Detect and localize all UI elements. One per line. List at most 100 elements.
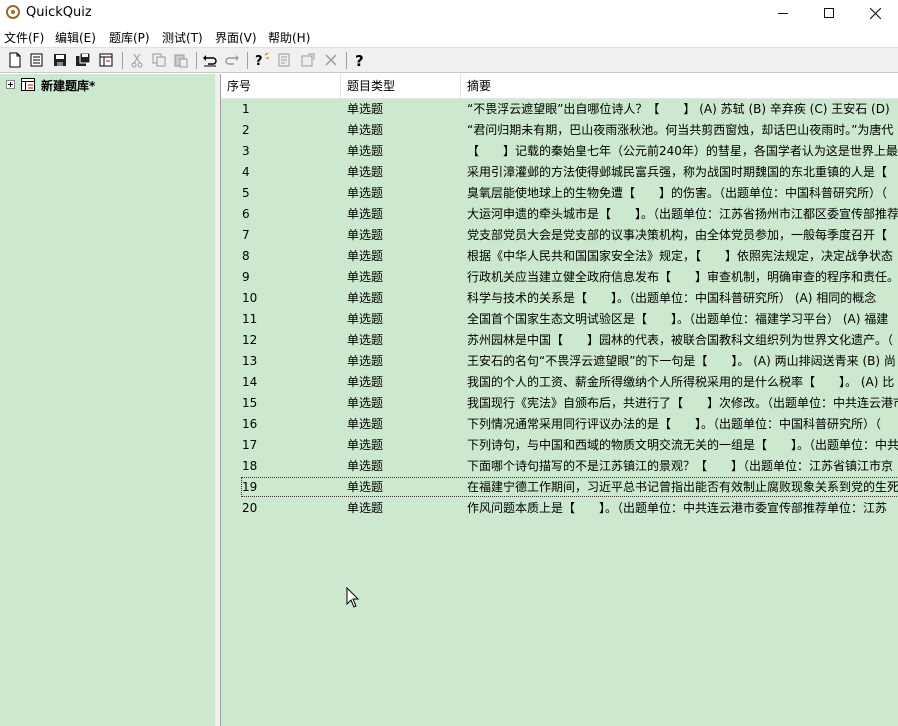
save-all-button[interactable] (73, 51, 93, 69)
row-number: 3 (242, 144, 250, 158)
table-row[interactable]: 16 单选题 下列情况通常采用同行评议办法的是【 】。（出题单位：中国科普研究所）（ (221, 414, 898, 435)
new-file-button[interactable] (5, 51, 25, 69)
table-row[interactable]: 4 单选题 采用引漳灌邺的方法使得邺城民富兵强，称为战国时期魏国的东北重镇的人是【 (221, 162, 898, 183)
list-header: 序号 题目类型 摘要 (221, 74, 898, 99)
menu-file[interactable]: 文件(F) (4, 29, 44, 46)
edit-question-button[interactable] (275, 51, 295, 69)
table-row[interactable]: 18 单选题 下面哪个诗句描写的不是江苏镇江的景观？【 】（出题单位：江苏省镇江市京 (221, 456, 898, 477)
menu-help[interactable]: 帮助(H) (268, 29, 310, 46)
column-header-type[interactable]: 题目类型 (341, 74, 461, 98)
table-row[interactable]: 19 单选题 在福建宁德工作期间，习近平总书记曾指出能否有效制止腐败现象关系到党的生… (221, 477, 898, 498)
row-number: 13 (242, 354, 258, 368)
row-number: 6 (242, 207, 250, 221)
table-row[interactable]: 7 单选题 党支部党员大会是党支部的议事决策机构，由全体党员参加，一般每季度召开【 (221, 225, 898, 246)
delete-icon (325, 54, 337, 66)
row-summary: “不畏浮云遮望眼”出自哪位诗人？【 】 (A) 苏轼 (B) 辛弃疾 (C) 王… (467, 102, 890, 116)
row-summary: “君问归期未有期，巴山夜雨涨秋池。何当共剪西窗烛，却话巴山夜雨时。”为唐代 (467, 123, 894, 137)
delete-button[interactable] (321, 51, 341, 69)
row-number: 5 (242, 186, 250, 200)
row-question-type: 单选题 (347, 165, 384, 179)
menu-bank[interactable]: 题库(P) (109, 29, 150, 46)
row-number: 9 (242, 270, 250, 284)
row-question-type: 单选题 (347, 207, 384, 221)
row-summary: 采用引漳灌邺的方法使得邺城民富兵强，称为战国时期魏国的东北重镇的人是【 (467, 165, 888, 179)
new-file-icon (9, 52, 21, 68)
open-button[interactable] (27, 51, 47, 69)
table-row[interactable]: 17 单选题 下列诗句，与中国和西域的物质文明交流无关的一组是【 】。（出题单位：中… (221, 435, 898, 456)
row-number: 1 (242, 102, 250, 116)
tree-root-label[interactable]: 新建题库* (41, 77, 95, 94)
table-row[interactable]: 15 单选题 我国现行《宪法》自颁布后，共进行了【 】次修改。（出题单位：中共连云港… (221, 393, 898, 414)
row-summary: 我国现行《宪法》自颁布后，共进行了【 】次修改。（出题单位：中共连云港市 (467, 396, 898, 410)
close-icon (869, 7, 881, 19)
save-all-icon (76, 52, 91, 66)
save-button[interactable] (50, 51, 70, 69)
table-row[interactable]: 2 单选题 “君问归期未有期，巴山夜雨涨秋池。何当共剪西窗烛，却话巴山夜雨时。”为唐… (221, 120, 898, 141)
menu-edit[interactable]: 编辑(E) (55, 29, 96, 46)
table-row[interactable]: 12 单选题 苏州园林是中国【 】园林的代表，被联合国教科文组织列为世界文化遗产。（ (221, 330, 898, 351)
menu-view[interactable]: 界面(V) (215, 29, 257, 46)
row-question-type: 单选题 (347, 459, 384, 473)
mouse-cursor-icon (346, 587, 360, 608)
row-question-type: 单选题 (347, 375, 384, 389)
add-question-icon: ? (255, 52, 269, 68)
table-row[interactable]: 6 单选题 大运河申遗的牵头城市是【 】。（出题单位：江苏省扬州市江都区委宣传部推荐 (221, 204, 898, 225)
table-row[interactable]: 10 单选题 科学与技术的关系是【 】。（出题单位：中国科普研究所） (A) 相同的… (221, 288, 898, 309)
row-question-type: 单选题 (347, 333, 384, 347)
close-button[interactable] (852, 0, 898, 26)
table-row[interactable]: 9 单选题 行政机关应当建立健全政府信息发布【 】审查机制，明确审查的程序和责任。 (221, 267, 898, 288)
table-row[interactable]: 3 单选题 【 】记载的秦始皇七年（公元前240年）的彗星，各国学者认为这是世界上最… (221, 141, 898, 162)
table-row[interactable]: 13 单选题 王安石的名句“不畏浮云遮望眼”的下一句是【 】。 (A) 两山排闼送青… (221, 351, 898, 372)
table-row[interactable]: 5 单选题 臭氧层能使地球上的生物免遭【 】的伤害。（出题单位：中国科普研究所）（ (221, 183, 898, 204)
row-summary: 大运河申遗的牵头城市是【 】。（出题单位：江苏省扬州市江都区委宣传部推荐 (467, 207, 898, 221)
edit-question-icon (278, 53, 290, 67)
row-number: 15 (242, 396, 258, 410)
paste-icon (174, 54, 188, 68)
tree-expand-toggle[interactable] (6, 80, 15, 89)
row-summary: 下列情况通常采用同行评议办法的是【 】。（出题单位：中国科普研究所）（ (467, 417, 882, 431)
copy-icon (152, 53, 166, 67)
row-summary: 下列诗句，与中国和西域的物质文明交流无关的一组是【 】。（出题单位：中共 (467, 438, 898, 452)
cut-button[interactable] (127, 51, 147, 69)
row-number: 12 (242, 333, 258, 347)
paste-button[interactable] (171, 51, 191, 69)
maximize-button[interactable] (806, 0, 852, 26)
row-number: 7 (242, 228, 250, 242)
table-row[interactable]: 20 单选题 作风问题本质上是【 】。（出题单位：中共连云港市委宣传部推荐单位：江苏 (221, 498, 898, 519)
minimize-button[interactable] (760, 0, 806, 26)
row-summary: 行政机关应当建立健全政府信息发布【 】审查机制，明确审查的程序和责任。 (467, 270, 898, 284)
bank-icon (21, 78, 35, 91)
column-header-summary[interactable]: 摘要 (461, 74, 898, 98)
row-number: 10 (242, 291, 258, 305)
window-title: QuickQuiz (26, 5, 92, 20)
row-number: 14 (242, 375, 258, 389)
row-number: 4 (242, 165, 250, 179)
menu-test[interactable]: 测试(T) (162, 29, 203, 46)
row-question-type: 单选题 (347, 312, 384, 326)
row-question-type: 单选题 (347, 186, 384, 200)
row-summary: 党支部党员大会是党支部的议事决策机构，由全体党员参加，一般每季度召开【 (467, 228, 888, 242)
properties-button[interactable] (298, 51, 318, 69)
undo-button[interactable] (200, 51, 220, 69)
row-number: 18 (242, 459, 258, 473)
copy-button[interactable] (149, 51, 169, 69)
redo-button[interactable] (222, 51, 242, 69)
row-number: 16 (242, 417, 258, 431)
help-icon: ? (355, 52, 364, 68)
add-question-button[interactable]: ? (252, 51, 272, 69)
table-row[interactable]: 8 单选题 根据《中华人民共和国国家安全法》规定，【 】依照宪法规定，决定战争状态 (221, 246, 898, 267)
row-question-type: 单选题 (347, 144, 384, 158)
menu-bar: 文件(F) 编辑(E) 题库(P) 测试(T) 界面(V) 帮助(H) (0, 26, 898, 47)
table-row[interactable]: 11 单选题 全国首个国家生态文明试验区是【 】。（出题单位：福建学习平台） (A)… (221, 309, 898, 330)
row-number: 8 (242, 249, 250, 263)
row-summary: 我国的个人的工资、薪金所得缴纳个人所得税采用的是什么税率【 】。 (A) 比 (467, 375, 895, 389)
row-summary: 在福建宁德工作期间，习近平总书记曾指出能否有效制止腐败现象关系到党的生死 (467, 480, 898, 494)
row-number: 19 (242, 480, 258, 494)
undo-icon (203, 55, 217, 67)
column-header-number[interactable]: 序号 (221, 74, 341, 98)
row-question-type: 单选题 (347, 123, 384, 137)
table-row[interactable]: 14 单选题 我国的个人的工资、薪金所得缴纳个人所得税采用的是什么税率【 】。 (A… (221, 372, 898, 393)
help-button[interactable]: ? (350, 51, 370, 69)
bank-button[interactable] (96, 51, 116, 69)
table-row[interactable]: 1 单选题 “不畏浮云遮望眼”出自哪位诗人？【 】 (A) 苏轼 (B) 辛弃疾 (… (221, 99, 898, 120)
